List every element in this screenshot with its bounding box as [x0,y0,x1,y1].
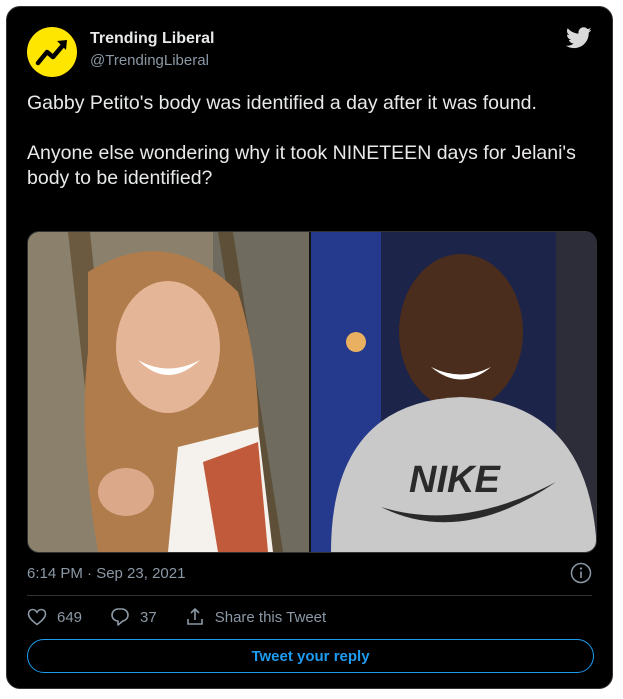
author-name[interactable]: Trending Liberal [90,30,214,48]
share-button[interactable]: Share this Tweet [185,607,326,627]
divider [27,595,592,596]
tweet-your-reply-button[interactable]: Tweet your reply [27,639,594,673]
like-button[interactable]: 649 [27,608,82,626]
author-handle[interactable]: @TrendingLiberal [90,52,209,69]
avatar[interactable] [27,27,77,77]
reply-action-button[interactable]: 37 [110,607,157,627]
share-icon [186,608,203,625]
reply-icon [111,608,129,626]
photo-woman-illustration [28,232,309,552]
tweet-media[interactable]: NIKE [27,231,597,553]
tweet-text: Gabby Petito's body was identified a day… [27,91,592,191]
heart-icon [27,608,47,626]
photo-woman-smiling[interactable] [28,232,309,552]
action-bar: 649 37 Share this Tweet [27,605,354,629]
twitter-bird-icon[interactable] [566,27,592,49]
share-label: Share this Tweet [214,608,327,626]
reply-count: 37 [140,608,157,626]
tweet-paragraph: Gabby Petito's body was identified a day… [27,92,537,114]
info-icon[interactable] [570,562,592,584]
shirt-logo-text: NIKE [409,459,501,501]
tweet-timestamp[interactable]: 6:14 PM · Sep 23, 2021 [27,565,185,582]
photo-man-illustration: NIKE [311,232,596,552]
tweet-paragraph: Anyone else wondering why it took NINETE… [27,142,576,189]
like-count: 649 [57,608,83,626]
trending-arrow-icon [35,40,67,66]
photo-man-smiling[interactable]: NIKE [309,232,596,552]
tweet-card: Trending Liberal @TrendingLiberal Gabby … [6,6,613,689]
